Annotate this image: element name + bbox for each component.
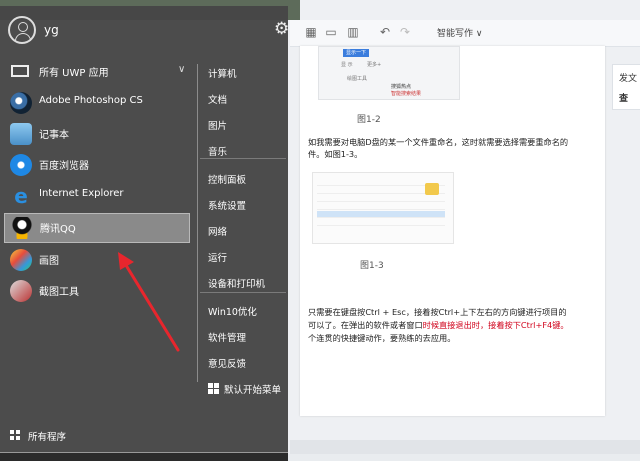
app-item-photoshop[interactable]: Adobe Photoshop CS [4, 89, 190, 117]
app-label: 记事本 [39, 130, 69, 141]
file-row [317, 203, 445, 210]
app-item-snipping-tool[interactable]: 截图工具 [4, 277, 190, 305]
baidu-browser-icon [10, 154, 32, 176]
user-row[interactable]: yg ⚙ [0, 16, 289, 46]
all-programs-button[interactable]: 所有程序 [4, 424, 190, 446]
figure-note1: 搜狐热点 [391, 84, 412, 90]
uwp-window-icon [10, 61, 32, 83]
sys-item-system-settings[interactable]: 系统设置 [200, 194, 286, 216]
gear-icon[interactable]: ⚙ [274, 20, 289, 38]
redo-icon[interactable]: ↷ [398, 25, 412, 39]
app-label: 百度浏览器 [39, 161, 89, 172]
paragraph-1-line-1: 如我需要对电脑D盘的某一个文件重命名，这时就需要选择需要重命名的 [308, 137, 569, 147]
sys-label: 默认开始菜单 [224, 385, 282, 396]
start-menu: yg ⚙ 所有 UWP 应用 ∨ Adobe Photoshop CS 记事本 … [0, 6, 289, 461]
app-label: Adobe Photoshop CS [39, 95, 143, 106]
notepad-icon [10, 123, 32, 145]
table-icon[interactable]: ▦ [304, 25, 318, 39]
side-panel-line-2: 查 [619, 94, 629, 104]
undo-icon[interactable]: ↶ [378, 25, 392, 39]
paragraph-1-line-2: 件。如图1-3。 [308, 149, 363, 159]
status-bar [290, 440, 640, 454]
sys-label: 音乐 [208, 147, 228, 158]
sys-label: Win10优化 [208, 307, 257, 318]
paint-icon [10, 249, 32, 271]
sys-label: 软件管理 [208, 333, 247, 344]
file-row-selected [317, 211, 445, 218]
sys-label: 系统设置 [208, 201, 247, 212]
figure-caption-2: 图1-3 [360, 261, 384, 271]
sys-item-devices-printers[interactable]: 设备和打印机 [200, 272, 286, 294]
side-panel[interactable]: 发文 查 [612, 64, 640, 110]
user-avatar-icon[interactable] [8, 16, 36, 44]
side-panel-line-1: 发文 [619, 74, 638, 84]
app-label: 截图工具 [39, 287, 79, 298]
figure-tab: 绘图工具 [347, 76, 368, 82]
internet-explorer-icon: e [14, 184, 28, 208]
app-label: 所有 UWP 应用 [39, 68, 109, 79]
sys-label: 意见反馈 [208, 359, 247, 370]
sys-label: 控制面板 [208, 175, 247, 186]
sys-item-documents[interactable]: 文档 [200, 88, 286, 110]
layout-icon[interactable]: ▥ [346, 25, 360, 39]
sys-label: 文档 [208, 95, 228, 106]
sys-item-network[interactable]: 网络 [200, 220, 286, 242]
sys-item-software-manager[interactable]: 软件管理 [200, 326, 286, 348]
image-icon[interactable]: ▭ [324, 25, 338, 39]
sys-label: 计算机 [208, 69, 237, 80]
file-row [317, 219, 445, 226]
screenshot-figure-1-3 [312, 172, 454, 244]
separator [200, 158, 286, 159]
app-item-baidu-browser[interactable]: 百度浏览器 [4, 151, 190, 179]
folder-icon [425, 183, 439, 195]
figure-sub1: 显 示 [341, 62, 353, 68]
sys-item-feedback[interactable]: 意见反馈 [200, 352, 286, 374]
figure-note2: 智能搜索结果 [391, 91, 422, 97]
sys-label: 网络 [208, 227, 228, 238]
app-label: 画图 [39, 256, 59, 267]
qq-penguin-icon [11, 217, 33, 239]
all-programs-label: 所有程序 [28, 432, 67, 443]
separator [200, 292, 286, 293]
app-item-all-uwp[interactable]: 所有 UWP 应用 ∨ [4, 58, 190, 86]
windows-logo-icon [208, 383, 219, 394]
screenshot-figure-1-2: 显示一下 显 示 更多+ 绘图工具 搜狐热点 智能搜索结果 [318, 46, 460, 100]
snipping-tool-icon [10, 280, 32, 302]
paragraph-2-line-1: 只需要在键盘按Ctrl + Esc，接着按Ctrl+上下左右的方向键进行项目的 [308, 307, 567, 317]
figure-sub2: 更多+ [367, 62, 382, 68]
paragraph-2-line-2: 可以了。在弹出的软件或者窗口时候直接退出时，接着按下Ctrl+F4键。 [308, 320, 569, 330]
sys-item-run[interactable]: 运行 [200, 246, 286, 268]
figure-button: 显示一下 [343, 49, 370, 57]
photoshop-icon [10, 92, 32, 114]
figure-caption-1: 图1-2 [357, 115, 381, 125]
sys-label: 运行 [208, 253, 228, 264]
grid-icon [10, 430, 20, 440]
column-divider [197, 64, 198, 382]
sys-item-pictures[interactable]: 图片 [200, 114, 286, 136]
sys-item-computer[interactable]: 计算机 [200, 62, 286, 84]
smart-writing-menu[interactable]: 智能写作 ∨ [437, 26, 482, 39]
app-item-internet-explorer[interactable]: e Internet Explorer [4, 182, 190, 210]
paragraph-2-line-3: 个连贯的快捷键动作，要熟练的去应用。 [308, 333, 456, 343]
sys-item-default-start-menu[interactable]: 默认开始菜单 [200, 378, 286, 400]
app-label: Internet Explorer [39, 188, 124, 199]
sys-item-win10-optimize[interactable]: Win10优化 [200, 300, 286, 322]
sys-label: 图片 [208, 121, 228, 132]
app-item-qq[interactable]: 腾讯QQ [4, 213, 190, 243]
username: yg [44, 23, 59, 37]
app-item-notepad[interactable]: 记事本 [4, 120, 190, 148]
app-label: 腾讯QQ [40, 224, 76, 235]
search-box[interactable] [0, 452, 288, 461]
sys-item-control-panel[interactable]: 控制面板 [200, 168, 286, 190]
chevron-down-icon[interactable]: ∨ [178, 64, 185, 75]
file-row [317, 195, 445, 202]
app-item-paint[interactable]: 画图 [4, 246, 190, 274]
sys-label: 设备和打印机 [208, 279, 266, 290]
